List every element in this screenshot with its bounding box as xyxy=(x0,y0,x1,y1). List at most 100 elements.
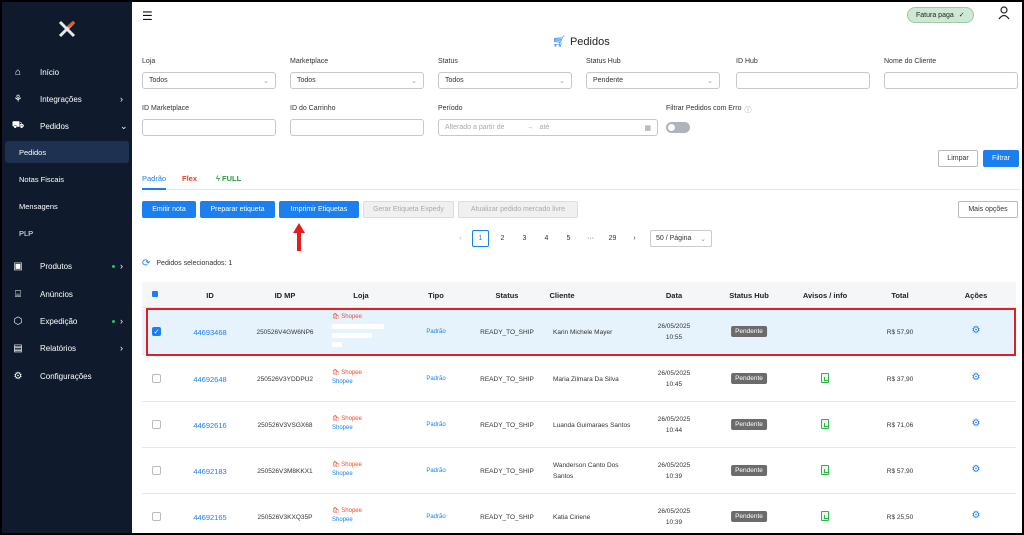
nome-cliente-input[interactable] xyxy=(884,72,1018,89)
id-mp: 250526V3M8KKX1 xyxy=(257,468,313,475)
table-row[interactable]: 44692616 250526V3VSGX68 🛍︎ Shopee Shopee… xyxy=(142,402,1016,448)
gear-icon[interactable]: ⚙ xyxy=(972,464,981,475)
hora: 10:44 xyxy=(665,427,683,434)
nome-cliente-label: Nome do Cliente xyxy=(884,58,937,65)
loja-select[interactable]: Todos ⌄ xyxy=(142,72,276,89)
sidebar-item-configuracoes[interactable]: ⚙ Configurações xyxy=(2,364,132,388)
sidebar-sub-notas-fiscais[interactable]: Notas Fiscais xyxy=(5,168,129,190)
page-2[interactable]: 2 xyxy=(494,230,511,247)
periodo-label: Período xyxy=(438,105,463,112)
data: 26/05/2025 xyxy=(657,416,691,423)
id-carrinho-input[interactable] xyxy=(290,119,424,136)
row-checkbox[interactable] xyxy=(152,420,161,429)
total: R$ 71,06 xyxy=(886,422,914,429)
table-row[interactable]: 44692648 250526V3YDDPU2 🛍︎ Shopee Shopee… xyxy=(142,356,1016,402)
pagination-ellipsis[interactable]: ··· xyxy=(582,230,599,247)
table-row[interactable]: ✓ 44693468 250526V4GW6NP6 🛍︎ Shopee Padr… xyxy=(142,309,1016,355)
document-icon[interactable] xyxy=(821,419,829,429)
shopee-icon: 🛍︎ xyxy=(332,462,340,468)
order-id-link[interactable]: 44692648 xyxy=(193,375,226,384)
gear-icon[interactable]: ⚙ xyxy=(972,510,981,521)
refresh-icon[interactable]: ⟳ xyxy=(142,258,150,269)
tab-padrao[interactable]: Padrão xyxy=(142,174,166,183)
next-page-button[interactable]: › xyxy=(626,230,643,247)
marketplace-select[interactable]: Todos ⌄ xyxy=(290,72,424,89)
select-all-checkbox[interactable] xyxy=(152,291,158,297)
chevron-down-icon: ⌄ xyxy=(263,77,269,85)
table-row[interactable]: 44692183 250526V3M8KKX1 🛍︎ Shopee Shopee… xyxy=(142,448,1016,494)
tab-flex[interactable]: Flex xyxy=(182,174,197,183)
gear-icon[interactable]: ⚙ xyxy=(972,325,981,336)
order-id-link[interactable]: 44692165 xyxy=(193,513,226,522)
row-checkbox[interactable] xyxy=(152,374,161,383)
total: R$ 57,90 xyxy=(886,329,914,336)
order-id-link[interactable]: 44692616 xyxy=(193,421,226,430)
sidebar-item-relatorios[interactable]: ▤ Relatórios › xyxy=(2,336,132,360)
total: R$ 37,90 xyxy=(886,376,914,383)
mais-opcoes-button[interactable]: Mais opções xyxy=(958,201,1018,218)
status-select[interactable]: Todos ⌄ xyxy=(438,72,572,89)
tab-full[interactable]: ϟ FULL xyxy=(216,174,241,183)
limpar-button[interactable]: Limpar xyxy=(938,150,978,167)
menu-icon[interactable]: ☰ xyxy=(142,9,153,23)
gear-icon[interactable]: ⚙ xyxy=(972,372,981,383)
status-badge: Pendente xyxy=(731,511,767,522)
shopee-icon: 🛍︎ xyxy=(332,508,340,514)
page-size-select[interactable]: 50 / Página ⌄ xyxy=(650,230,712,247)
document-icon[interactable] xyxy=(821,511,829,521)
filtrar-button[interactable]: Filtrar xyxy=(983,150,1019,167)
col-id: ID xyxy=(206,291,214,300)
gerar-etiqueta-expedy-button[interactable]: Gerar Etiqueta Expedy xyxy=(363,201,454,218)
filtrar-erro-toggle[interactable] xyxy=(666,122,690,133)
page-29[interactable]: 29 xyxy=(604,230,621,247)
loja-name[interactable]: Shopee xyxy=(332,517,353,523)
tipo: Padrão xyxy=(426,376,446,382)
table-row[interactable]: 44692165 250526V3KXQ35P 🛍︎ Shopee Shopee… xyxy=(142,494,1016,533)
preparar-etiqueta-button[interactable]: Preparar etiqueta xyxy=(200,201,275,218)
page-3[interactable]: 3 xyxy=(516,230,533,247)
periodo-range-input[interactable]: Alterado a partir de → até ▦ xyxy=(438,119,658,136)
sidebar-item-inicio[interactable]: ⌂ Início xyxy=(2,60,132,84)
imprimir-etiquetas-button[interactable]: Imprimir Etiquetas xyxy=(279,201,359,218)
gear-icon[interactable]: ⚙ xyxy=(972,418,981,429)
chevron-down-icon: ⌄ xyxy=(411,77,417,85)
id-hub-input[interactable] xyxy=(736,72,870,89)
page-1[interactable]: 1 xyxy=(472,230,489,247)
sidebar-item-anuncios[interactable]: ⌸ Anúncios xyxy=(2,282,132,306)
fatura-badge[interactable]: Fatura paga ✓ xyxy=(907,7,974,23)
page-4[interactable]: 4 xyxy=(538,230,555,247)
status-hub-select[interactable]: Pendente ⌄ xyxy=(586,72,720,89)
loja-name[interactable]: Shopee xyxy=(332,425,353,431)
sidebar-item-produtos[interactable]: ▣ Produtos › xyxy=(2,254,132,278)
loja-name[interactable]: Shopee xyxy=(332,379,353,385)
sidebar-item-pedidos[interactable]: ⛟ Pedidos ⌄ xyxy=(2,114,132,138)
sidebar-sub-mensagens[interactable]: Mensagens xyxy=(5,195,129,217)
id-marketplace-input[interactable] xyxy=(142,119,276,136)
prev-page-button[interactable]: ‹ xyxy=(452,230,469,247)
row-checkbox[interactable]: ✓ xyxy=(152,327,161,336)
hora: 10:45 xyxy=(665,381,683,388)
sidebar-item-integracoes[interactable]: ⚘ Integrações › xyxy=(2,87,132,111)
sidebar-item-expedicao[interactable]: ⬡ Expedição › xyxy=(2,309,132,333)
atualizar-pedido-ml-button[interactable]: Atualizar pedido mercado livre xyxy=(458,201,578,218)
sidebar-sub-pedidos[interactable]: Pedidos xyxy=(5,141,129,163)
user-icon[interactable] xyxy=(998,6,1010,20)
status: READY_TO_SHIP xyxy=(480,468,534,475)
row-checkbox[interactable] xyxy=(152,512,161,521)
tipo: Padrão xyxy=(426,329,446,335)
row-checkbox[interactable] xyxy=(152,466,161,475)
loja-name[interactable]: Shopee xyxy=(332,471,353,477)
order-id-link[interactable]: 44692183 xyxy=(193,467,226,476)
document-icon[interactable] xyxy=(821,373,829,383)
col-acoes: Ações xyxy=(964,291,988,300)
col-status-hub: Status Hub xyxy=(729,291,769,300)
order-id-link[interactable]: 44693468 xyxy=(193,328,226,337)
gear-icon: ⚙ xyxy=(13,370,23,382)
emitir-nota-button[interactable]: Emitir nota xyxy=(142,201,196,218)
arrow-right-icon: → xyxy=(526,124,534,131)
sidebar-sub-plp[interactable]: PLP xyxy=(5,222,129,244)
shopee-logo: 🛍︎ Shopee xyxy=(332,314,362,320)
document-icon[interactable] xyxy=(821,465,829,475)
page-5[interactable]: 5 xyxy=(560,230,577,247)
data: 26/05/2025 xyxy=(657,323,691,330)
